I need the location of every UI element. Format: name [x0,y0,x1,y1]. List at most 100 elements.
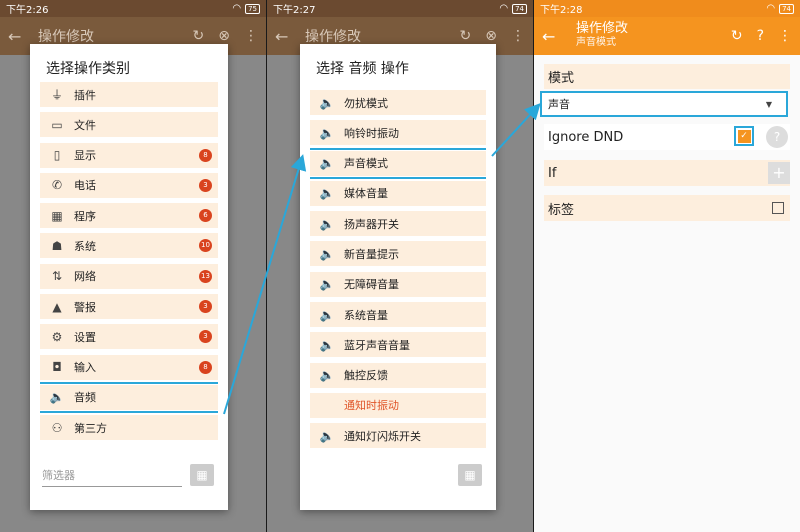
back-arrow-icon[interactable]: ← [275,27,299,46]
audio-action-label: 新音量提示 [344,247,399,261]
settings-icon: ⚙ [51,329,63,344]
undo-icon[interactable]: ↻ [193,28,205,44]
dialog-title: 选择 音频 操作 [316,61,409,77]
audio-action-item[interactable]: 🔈 新音量提示 [310,241,486,267]
audio-action-item[interactable]: 🔈 媒体音量 [310,180,486,206]
audio-action-item[interactable]: 🔈 扬声器开关 [310,211,486,237]
mode-label: 模式 [544,64,790,89]
category-item[interactable]: ◘ 输入 8 [40,354,218,380]
help-icon[interactable]: ? [757,28,764,44]
help-circle-icon[interactable]: ? [766,126,788,148]
audio-action-list: 🔈 勿扰模式 🔈 响铃时振动 🔈 声音模式 🔈 媒体音量 🔈 扬声器开关 🔈 新音量提示 🔈 无障碍音量 🔈… [310,90,486,456]
mode-value: 声音 [548,98,570,111]
checkmark-icon: ✓ [737,129,751,143]
audio-action-item[interactable]: 🔈 勿扰模式 [310,90,486,115]
filter-input[interactable]: 筛选器 [42,467,182,487]
undo-icon[interactable]: ↻ [460,28,472,44]
audio-action-label: 通知灯闪烁开关 [344,429,421,443]
undo-icon[interactable]: ↻ [731,28,743,44]
audio-action-item[interactable]: 🔈 触控反馈 [310,362,486,388]
dropdown-caret-icon: ▼ [765,99,772,109]
category-item-label: 显示 [74,149,96,163]
category-item[interactable]: ✆ 电话 3 [40,172,218,198]
category-item[interactable]: 🔈 音频 [40,381,218,413]
category-item[interactable]: ▭ 文件 [40,112,218,138]
add-condition-icon[interactable]: + [768,162,790,184]
volume-icon: 🔈 [319,156,335,171]
app-bar: ← 操作修改 声音模式 ↻? ⋮ [534,17,800,55]
back-arrow-icon[interactable]: ← [542,27,566,46]
wifi-icon: ◠ [499,3,509,14]
volume-icon: 🔈 [319,337,335,352]
category-item-label: 第三方 [74,421,107,435]
category-item-label: 电话 [74,179,96,193]
audio-action-label: 触控反馈 [344,369,388,383]
category-item-label: 警报 [74,300,96,314]
category-item[interactable]: ⏚ 插件 [40,82,218,107]
close-circle-icon[interactable]: ⊗ [485,28,497,44]
grid-view-icon[interactable]: ▦ [458,464,482,486]
category-item[interactable]: ⚙ 设置 3 [40,324,218,350]
status-bar: 下午2:28 ◠ 74 [534,0,800,17]
ignore-dnd-row: Ignore DND ✓ ? [544,124,790,150]
audio-action-item[interactable]: 🔈 声音模式 [310,147,486,179]
audio-action-label: 媒体音量 [344,187,388,201]
group-add-icon: ⚇ [51,420,63,435]
category-item[interactable]: ☗ 系统 10 [40,233,218,259]
audio-action-label: 声音模式 [344,157,388,171]
wifi-icon: ◠ [766,3,776,14]
status-bar: 下午2:26 ◠ 75 [0,0,266,17]
app-bar-title: 操作修改 [38,29,94,45]
if-label: If [548,165,557,181]
volume-icon: 🔈 [319,95,335,110]
close-circle-icon[interactable]: ⊗ [218,28,230,44]
more-menu-icon[interactable]: ⋮ [244,28,258,44]
volume-icon: 🔈 [319,125,335,140]
volume-icon: 🔈 [319,277,335,292]
app-bar-title: 操作修改 [305,29,361,45]
mode-select[interactable]: 声音 ▼ [540,91,788,117]
ignore-dnd-checkbox[interactable]: ✓ [734,126,754,146]
back-arrow-icon[interactable]: ← [8,27,32,46]
audio-action-item[interactable]: 🔈 蓝牙声音音量 [310,332,486,358]
tag-label: 标签 [548,202,575,218]
audio-action-label: 无障碍音量 [344,278,399,292]
category-item[interactable]: ⚇ 第三方 [40,415,218,441]
audio-action-item[interactable]: 🔈 系统音量 [310,302,486,328]
category-item[interactable]: ▲ 警报 3 [40,294,218,320]
audio-action-item[interactable]: 🔈 通知灯闪烁开关 [310,423,486,449]
more-menu-icon[interactable]: ⋮ [511,28,525,44]
volume-icon: 🔈 [319,216,335,231]
panel-category-select: 下午2:26 ◠ 75 ← 操作修改 ↻ ⊗ ⋮ 选择操作类别 ⏚ 插件 ▭ 文件 ▯ 显示 8 ✆… [0,0,266,532]
grid-view-icon[interactable]: ▦ [190,464,214,486]
panel-action-edit: 下午2:28 ◠ 74 ← 操作修改 声音模式 ↻? ⋮ 模式 声音 ▼ Ignor… [534,0,800,532]
category-list: ⏚ 插件 ▭ 文件 ▯ 显示 8 ✆ 电话 3 ▦ 程序 6 ☗ 系统 10 ⇅ 网络 13 ▲ 警报 3 ⚙ 设置 3 ◘ 输入 8… [40,82,218,448]
category-item-label: 文件 [74,118,96,132]
more-menu-icon[interactable]: ⋮ [778,28,792,44]
count-badge: 3 [199,300,212,314]
panel-audio-actions: 下午2:27 ◠ 74 ← 操作修改 ↻ ⊗ ⋮ 选择 音频 操作 🔈 勿扰模式 🔈 响铃时… [267,0,533,532]
tag-checkbox[interactable] [772,202,784,214]
volume-icon: 🔈 [319,307,335,322]
audio-action-label: 扬声器开关 [344,217,399,231]
audio-action-label: 系统音量 [344,308,388,322]
warning-icon: ▲ [52,299,62,314]
category-dialog: 选择操作类别 ⏚ 插件 ▭ 文件 ▯ 显示 8 ✆ 电话 3 ▦ 程序 6 ☗ 系统 10 ⇅ 网络 13 ▲ 警报 3 ⚙… [30,44,228,510]
category-item[interactable]: ▦ 程序 6 [40,203,218,229]
category-item-label: 程序 [74,209,96,223]
folder-icon: ▭ [51,117,63,132]
volume-icon: 🔈 [319,368,335,383]
app-bar-title: 操作修改 [576,21,629,36]
plugin-icon: ⏚ [50,88,63,102]
category-item-label: 设置 [74,330,96,344]
audio-action-item[interactable]: 🔈 无障碍音量 [310,271,486,297]
category-item-label: 系统 [74,239,96,253]
category-item[interactable]: ▯ 显示 8 [40,142,218,168]
audio-action-item[interactable]: 🔈 响铃时振动 [310,120,486,146]
volume-icon: 🔈 [319,186,335,201]
audio-action-item[interactable]: 通知时振动 [310,392,486,418]
category-item-label: 音频 [74,391,96,405]
category-item[interactable]: ⇅ 网络 13 [40,263,218,289]
ignore-dnd-label: Ignore DND [548,129,624,145]
volume-icon: 🔈 [319,246,335,261]
